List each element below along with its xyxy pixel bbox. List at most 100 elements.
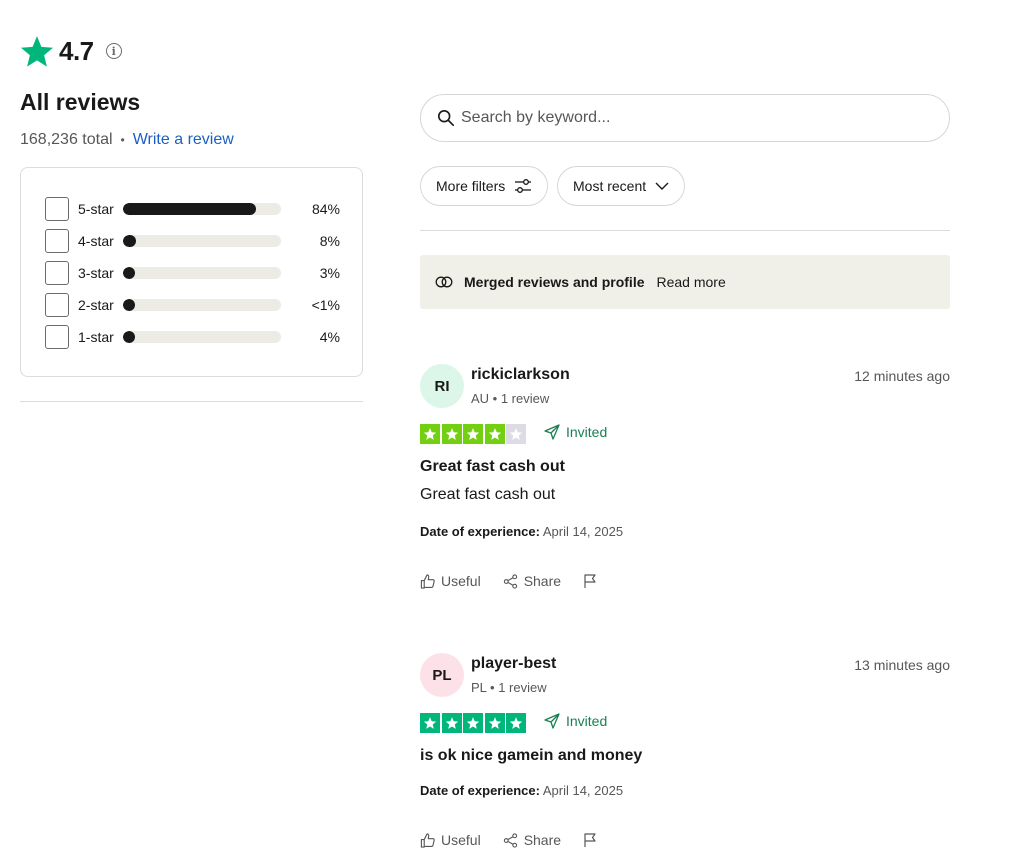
doe-value: April 14, 2025 bbox=[542, 524, 624, 539]
distribution-bar bbox=[123, 331, 281, 343]
flag-icon bbox=[584, 833, 596, 847]
filter-checkbox[interactable] bbox=[45, 293, 69, 317]
distribution-bar bbox=[123, 203, 281, 215]
distribution-row[interactable]: 2-star <1% bbox=[45, 293, 340, 317]
star-rating bbox=[420, 713, 528, 733]
star-empty-icon bbox=[506, 424, 526, 444]
distribution-bar bbox=[123, 235, 281, 247]
filter-checkbox[interactable] bbox=[45, 197, 69, 221]
thumbs-up-icon bbox=[420, 573, 435, 589]
write-review-link[interactable]: Write a review bbox=[133, 131, 234, 149]
info-icon[interactable]: i bbox=[105, 43, 122, 59]
distribution-bar-fill bbox=[123, 203, 256, 215]
distribution-bar-fill bbox=[123, 235, 136, 247]
review-title: Great fast cash out bbox=[420, 458, 565, 475]
distribution-percent: 4% bbox=[319, 329, 340, 345]
useful-button[interactable]: Useful bbox=[420, 832, 481, 848]
invited-label: Invited bbox=[566, 424, 608, 440]
review-time: 13 minutes ago bbox=[854, 657, 950, 673]
chevron-down-icon bbox=[655, 182, 669, 190]
distribution-percent: 8% bbox=[319, 233, 340, 249]
sort-label: Most recent bbox=[573, 178, 647, 194]
review-totals: 168,236 total • Write a review bbox=[20, 131, 234, 149]
distribution-percent: 84% bbox=[311, 201, 340, 217]
star-filled-icon bbox=[463, 713, 483, 733]
useful-button[interactable]: Useful bbox=[420, 573, 481, 589]
invited-badge: Invited bbox=[544, 713, 607, 729]
report-flag-button[interactable] bbox=[583, 573, 603, 589]
star-filled-icon bbox=[484, 424, 505, 444]
filter-checkbox[interactable] bbox=[45, 261, 69, 285]
share-icon bbox=[503, 573, 517, 589]
invited-label: Invited bbox=[566, 713, 608, 729]
star-filled-icon bbox=[420, 713, 440, 733]
review-card: PL player-best PL • 1 review 13 minutes … bbox=[420, 653, 950, 853]
search-input[interactable] bbox=[461, 109, 921, 127]
distribution-bar-fill bbox=[123, 331, 135, 343]
distribution-row[interactable]: 5-star 84% bbox=[45, 197, 340, 221]
report-flag-button[interactable] bbox=[583, 832, 603, 848]
star-label: 4-star bbox=[78, 233, 114, 249]
share-label: Share bbox=[523, 573, 562, 589]
divider bbox=[20, 401, 363, 402]
review-body: Great fast cash out bbox=[420, 486, 556, 503]
review-actions: Useful Share bbox=[420, 832, 625, 848]
share-label: Share bbox=[523, 832, 562, 848]
divider bbox=[420, 230, 950, 231]
thumbs-up-icon bbox=[420, 832, 435, 848]
flag-icon bbox=[584, 574, 596, 588]
reviewer-name[interactable]: rickiclarkson bbox=[471, 366, 570, 384]
share-button[interactable]: Share bbox=[503, 573, 561, 589]
avatar[interactable]: PL bbox=[420, 653, 464, 697]
avatar[interactable]: RI bbox=[420, 364, 464, 408]
useful-label: Useful bbox=[441, 832, 481, 848]
star-label: 5-star bbox=[78, 201, 114, 217]
filter-checkbox[interactable] bbox=[45, 325, 69, 349]
distribution-percent: 3% bbox=[319, 265, 340, 281]
date-of-experience: Date of experience: April 14, 2025 bbox=[420, 783, 623, 798]
filter-checkbox[interactable] bbox=[45, 229, 69, 253]
review-card: RI rickiclarkson AU • 1 review 12 minute… bbox=[420, 364, 950, 604]
more-filters-button[interactable]: More filters bbox=[420, 166, 549, 206]
star-icon bbox=[20, 36, 54, 67]
rating-summary: 4.7 i bbox=[20, 34, 122, 68]
distribution-row[interactable]: 1-star 4% bbox=[45, 325, 340, 349]
page-title: All reviews bbox=[20, 89, 141, 115]
distribution-bar bbox=[123, 267, 281, 279]
reviewer-name[interactable]: player-best bbox=[471, 655, 556, 673]
review-actions: Useful Share bbox=[420, 573, 625, 589]
star-filled-icon bbox=[484, 713, 505, 733]
distribution-row[interactable]: 4-star 8% bbox=[45, 229, 340, 253]
date-of-experience: Date of experience: April 14, 2025 bbox=[420, 524, 623, 539]
invited-badge: Invited bbox=[544, 424, 607, 440]
distribution-bar bbox=[123, 299, 281, 311]
rating-value: 4.7 bbox=[59, 35, 94, 66]
share-icon bbox=[503, 832, 517, 848]
send-icon bbox=[544, 424, 560, 440]
sort-dropdown[interactable]: Most recent bbox=[557, 166, 686, 206]
star-label: 3-star bbox=[78, 265, 114, 281]
review-title: is ok nice gamein and money bbox=[420, 747, 643, 764]
doe-label: Date of experience: bbox=[420, 783, 540, 798]
share-button[interactable]: Share bbox=[503, 832, 561, 848]
star-filled-icon bbox=[463, 424, 483, 444]
search-icon bbox=[437, 109, 455, 127]
review-time: 12 minutes ago bbox=[854, 368, 950, 384]
distribution-row[interactable]: 3-star 3% bbox=[45, 261, 340, 285]
merged-rings-icon bbox=[435, 276, 453, 288]
doe-value: April 14, 2025 bbox=[542, 783, 624, 798]
filter-sliders-icon bbox=[515, 179, 532, 193]
star-label: 2-star bbox=[78, 297, 114, 313]
star-filled-icon bbox=[506, 713, 526, 733]
reviewer-meta: PL • 1 review bbox=[471, 680, 547, 695]
separator: • bbox=[120, 133, 125, 147]
star-rating bbox=[420, 424, 528, 444]
reviewer-meta: AU • 1 review bbox=[471, 391, 550, 406]
more-filters-label: More filters bbox=[436, 178, 506, 194]
read-more-link[interactable]: Read more bbox=[657, 274, 726, 290]
star-filled-icon bbox=[420, 424, 440, 444]
doe-label: Date of experience: bbox=[420, 524, 540, 539]
star-filled-icon bbox=[441, 424, 462, 444]
distribution-bar-fill bbox=[123, 267, 135, 279]
search-box[interactable] bbox=[420, 94, 950, 142]
